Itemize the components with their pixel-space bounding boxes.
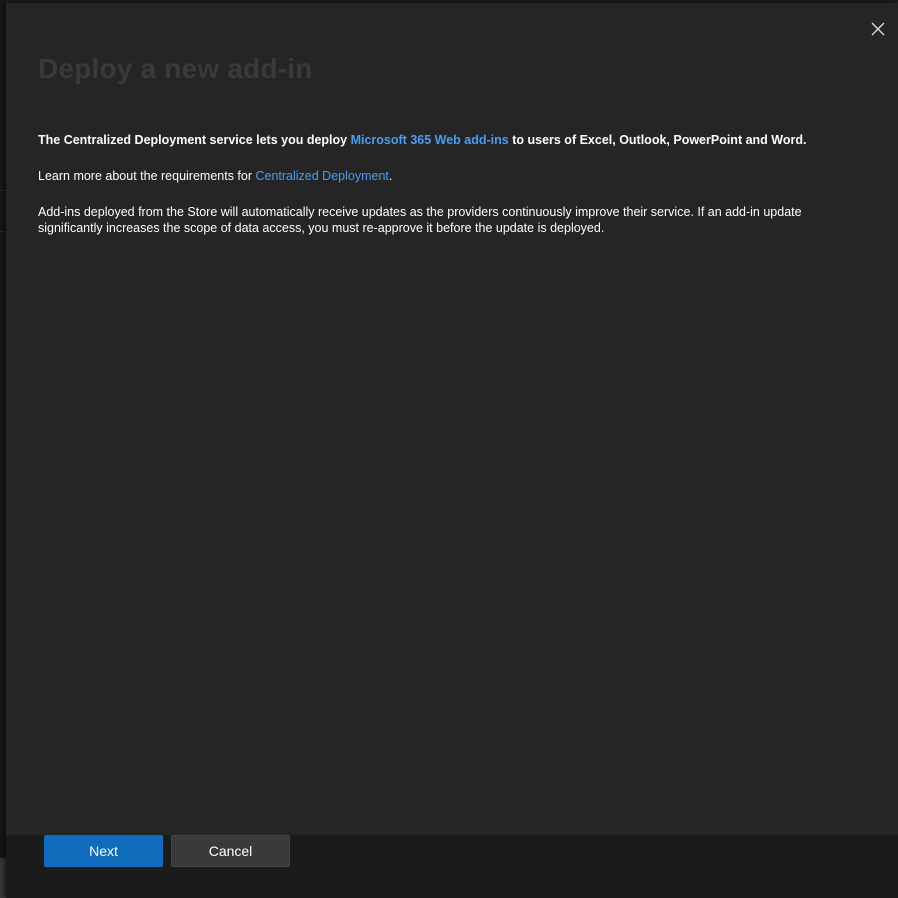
panel-content: The Centralized Deployment service lets … bbox=[38, 132, 858, 236]
requirements-paragraph: Learn more about the requirements for Ce… bbox=[38, 168, 858, 184]
panel-footer: Next Cancel bbox=[6, 835, 898, 898]
deploy-add-in-panel: Deploy a new add-in The Centralized Depl… bbox=[6, 3, 898, 898]
intro-text-after: to users of Excel, Outlook, PowerPoint a… bbox=[508, 133, 807, 147]
centralized-deployment-link[interactable]: Centralized Deployment bbox=[255, 169, 388, 183]
close-button[interactable] bbox=[864, 15, 892, 43]
close-icon bbox=[871, 22, 885, 36]
updates-paragraph: Add-ins deployed from the Store will aut… bbox=[38, 205, 802, 235]
intro-paragraph: The Centralized Deployment service lets … bbox=[38, 132, 858, 148]
intro-text-before: The Centralized Deployment service lets … bbox=[38, 133, 351, 147]
requirements-text-before: Learn more about the requirements for bbox=[38, 169, 256, 183]
cancel-button[interactable]: Cancel bbox=[171, 835, 290, 867]
panel-title: Deploy a new add-in bbox=[38, 53, 313, 84]
web-add-ins-link[interactable]: Microsoft 365 Web add-ins bbox=[351, 133, 509, 147]
next-button[interactable]: Next bbox=[44, 835, 163, 867]
requirements-text-after: . bbox=[388, 169, 393, 183]
